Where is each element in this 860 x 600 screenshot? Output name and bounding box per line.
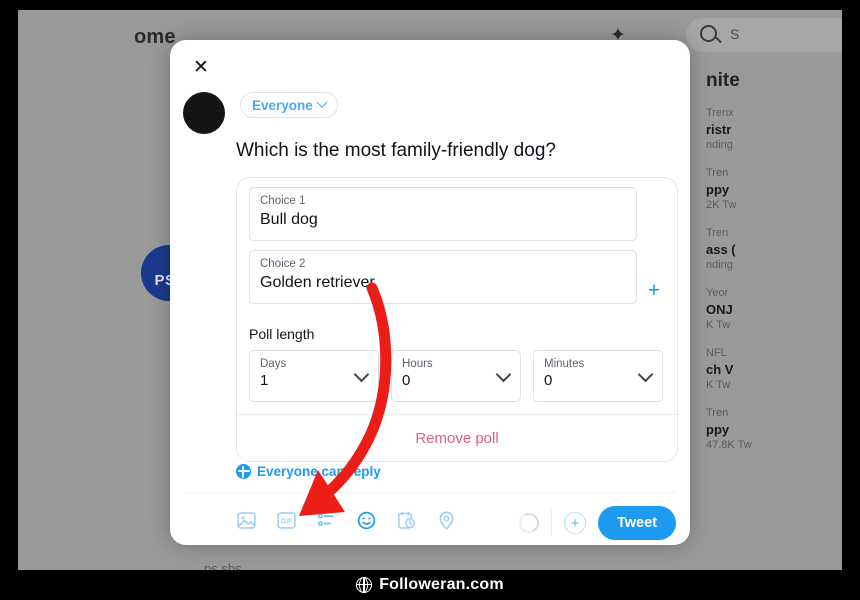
progress-ring	[516, 510, 542, 536]
compose-actions: + Tweet	[516, 506, 676, 540]
home-heading: ome	[134, 26, 176, 48]
location-icon[interactable]	[436, 510, 457, 531]
trend-category: Tren	[706, 167, 729, 179]
remove-poll-button[interactable]: Remove poll	[237, 415, 677, 461]
trends-panel: nite Trenx ristr nding Tren ppy 2K Tw Tr…	[690, 70, 842, 466]
gif-icon[interactable]: GIF	[276, 510, 297, 531]
watermark-text: Followeran.com	[379, 576, 504, 593]
poll-length-selects: Days 1 Hours 0 Minutes 0	[249, 350, 665, 402]
trend-count: 2K Tw	[706, 199, 737, 211]
poll-days-value: 1	[260, 372, 269, 389]
tweet-button[interactable]: Tweet	[597, 506, 676, 540]
trend-category: Tren	[706, 407, 729, 419]
globe-icon	[355, 576, 373, 593]
trend-count: nding	[706, 139, 733, 151]
poll-minutes-value: 0	[544, 372, 553, 389]
search-icon	[700, 25, 717, 42]
trend-count: K Tw	[706, 319, 731, 331]
poll-hours-select[interactable]: Hours 0	[391, 350, 521, 402]
avatar[interactable]	[183, 92, 225, 134]
trend-category: NFL	[706, 347, 727, 359]
poll-hours-value: 0	[402, 372, 411, 389]
poll-hours-label: Hours	[402, 358, 433, 370]
audience-label: Everyone	[252, 97, 313, 113]
trend-category: Trenx	[706, 107, 734, 119]
reply-setting-label: Everyone can reply	[257, 464, 381, 479]
watermark-bar: Followeran.com	[0, 570, 860, 600]
poll-choice-1-input[interactable]: Choice 1 Bull dog	[249, 187, 637, 241]
compose-toolbar: GIF + Tweet	[170, 500, 690, 545]
poll-days-label: Days	[260, 358, 287, 370]
image-icon[interactable]	[236, 510, 257, 531]
globe-icon	[236, 464, 251, 479]
poll-choice-row: Choice 1 Bull dog	[237, 178, 677, 241]
trends-title: nite	[706, 70, 740, 91]
poll-length-section: Poll length Days 1 Hours 0 Minutes 0	[237, 314, 677, 415]
action-divider	[550, 510, 552, 536]
trend-item[interactable]: Tren ppy 47.8K Tw	[706, 406, 842, 453]
trend-item[interactable]: NFL ch V K Tw	[706, 346, 842, 393]
chevron-down-icon	[316, 96, 328, 108]
trend-name: ch V	[706, 362, 734, 377]
poll-choice-2-input[interactable]: Choice 2 Golden retriever	[249, 250, 637, 304]
poll-choice-2-value: Golden retriever	[260, 274, 375, 291]
poll-minutes-select[interactable]: Minutes 0	[533, 350, 663, 402]
background-site-label: ps.sbs	[204, 561, 242, 570]
trend-item[interactable]: Tren ppy 2K Tw	[706, 166, 842, 213]
poll-choice-1-label: Choice 1	[260, 195, 306, 207]
trend-count: K Tw	[706, 379, 731, 391]
trend-category: Tren	[706, 227, 729, 239]
poll-minutes-label: Minutes	[544, 358, 585, 370]
poll-days-select[interactable]: Days 1	[249, 350, 379, 402]
poll-choice-2-label: Choice 2	[260, 258, 306, 270]
trend-item[interactable]: Tren ass ( nding	[706, 226, 842, 273]
poll-length-label: Poll length	[249, 326, 315, 342]
poll-choice-1-value: Bull dog	[260, 211, 318, 228]
svg-text:GIF: GIF	[281, 519, 293, 526]
add-choice-button[interactable]: +	[643, 279, 665, 301]
tweet-text[interactable]: Which is the most family-friendly dog?	[236, 138, 666, 164]
trend-category: Yeor	[706, 287, 729, 299]
add-post-button[interactable]: +	[563, 512, 586, 534]
trend-name: ppy	[706, 182, 730, 197]
trend-name: ass (	[706, 242, 736, 257]
trend-name: ONJ	[706, 302, 733, 317]
trend-count: 47.8K Tw	[706, 439, 752, 451]
trend-item[interactable]: Yeor ONJ K Tw	[706, 286, 842, 333]
emoji-icon[interactable]	[356, 510, 377, 531]
reply-setting[interactable]: Everyone can reply	[236, 464, 381, 479]
schedule-icon[interactable]	[396, 510, 417, 531]
compose-tweet-dialog: ✕ Everyone Which is the most family-frie…	[170, 40, 690, 545]
search-placeholder: S	[730, 26, 740, 42]
audience-selector[interactable]: Everyone	[240, 92, 338, 118]
compose-tool-icons: GIF	[236, 510, 457, 531]
poll-card: Choice 1 Bull dog Choice 2 Golden retrie…	[236, 177, 678, 462]
toolbar-divider	[184, 492, 676, 493]
trend-count: nding	[706, 259, 733, 271]
trend-name: ristr	[706, 122, 732, 137]
trend-name: ppy	[706, 422, 730, 437]
poll-choice-row: Choice 2 Golden retriever +	[237, 241, 677, 314]
trend-item[interactable]: Trenx ristr nding	[706, 106, 842, 153]
close-icon[interactable]: ✕	[184, 50, 218, 84]
screenshot-frame: ome ✦ S PS.A ps.sbs nite Trenx ristr ndi…	[0, 0, 860, 600]
poll-icon[interactable]	[316, 510, 337, 531]
